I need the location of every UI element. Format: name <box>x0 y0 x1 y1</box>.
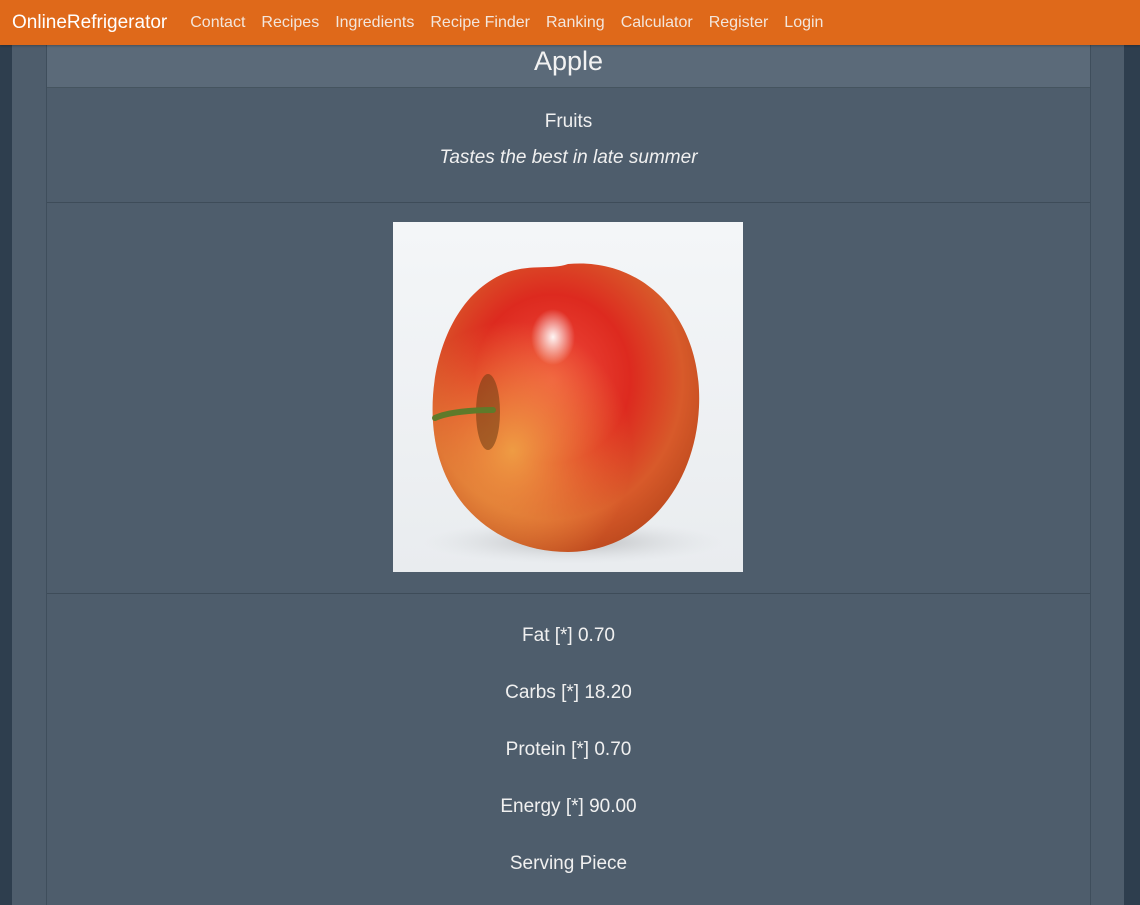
nav-link-ranking[interactable]: Ranking <box>546 14 605 32</box>
ingredient-image-section <box>47 203 1090 594</box>
nav-link-recipe-finder[interactable]: Recipe Finder <box>430 14 530 32</box>
ingredient-tagline: Tastes the best in late summer <box>439 147 698 168</box>
nutrition-fat: Fat [*] 0.70 <box>522 625 615 646</box>
nutrition-energy: Energy [*] 90.00 <box>500 796 637 817</box>
apple-illustration <box>423 263 723 564</box>
nutrition-protein: Protein [*] 0.70 <box>505 739 632 760</box>
ingredient-title: Apple <box>47 45 1090 88</box>
nav-link-recipes[interactable]: Recipes <box>261 14 319 32</box>
nav-link-register[interactable]: Register <box>709 14 769 32</box>
nav-link-calculator[interactable]: Calculator <box>621 14 693 32</box>
nav-link-ingredients[interactable]: Ingredients <box>335 14 414 32</box>
nav-link-login[interactable]: Login <box>784 14 823 32</box>
top-navbar: OnlineRefrigerator Contact Recipes Ingre… <box>0 0 1140 45</box>
ingredient-card: Apple Fruits Tastes the best in late sum… <box>46 45 1091 905</box>
nutrition-section: Fat [*] 0.70 Carbs [*] 18.20 Protein [*]… <box>47 594 1090 876</box>
brand-link[interactable]: OnlineRefrigerator <box>12 12 167 34</box>
ingredient-info-section: Fruits Tastes the best in late summer <box>47 88 1090 203</box>
nutrition-carbs: Carbs [*] 18.20 <box>505 682 632 703</box>
nutrition-serving: Serving Piece <box>509 853 628 874</box>
ingredient-image <box>393 222 743 572</box>
nav-link-contact[interactable]: Contact <box>190 14 245 32</box>
ingredient-category: Fruits <box>544 111 593 132</box>
